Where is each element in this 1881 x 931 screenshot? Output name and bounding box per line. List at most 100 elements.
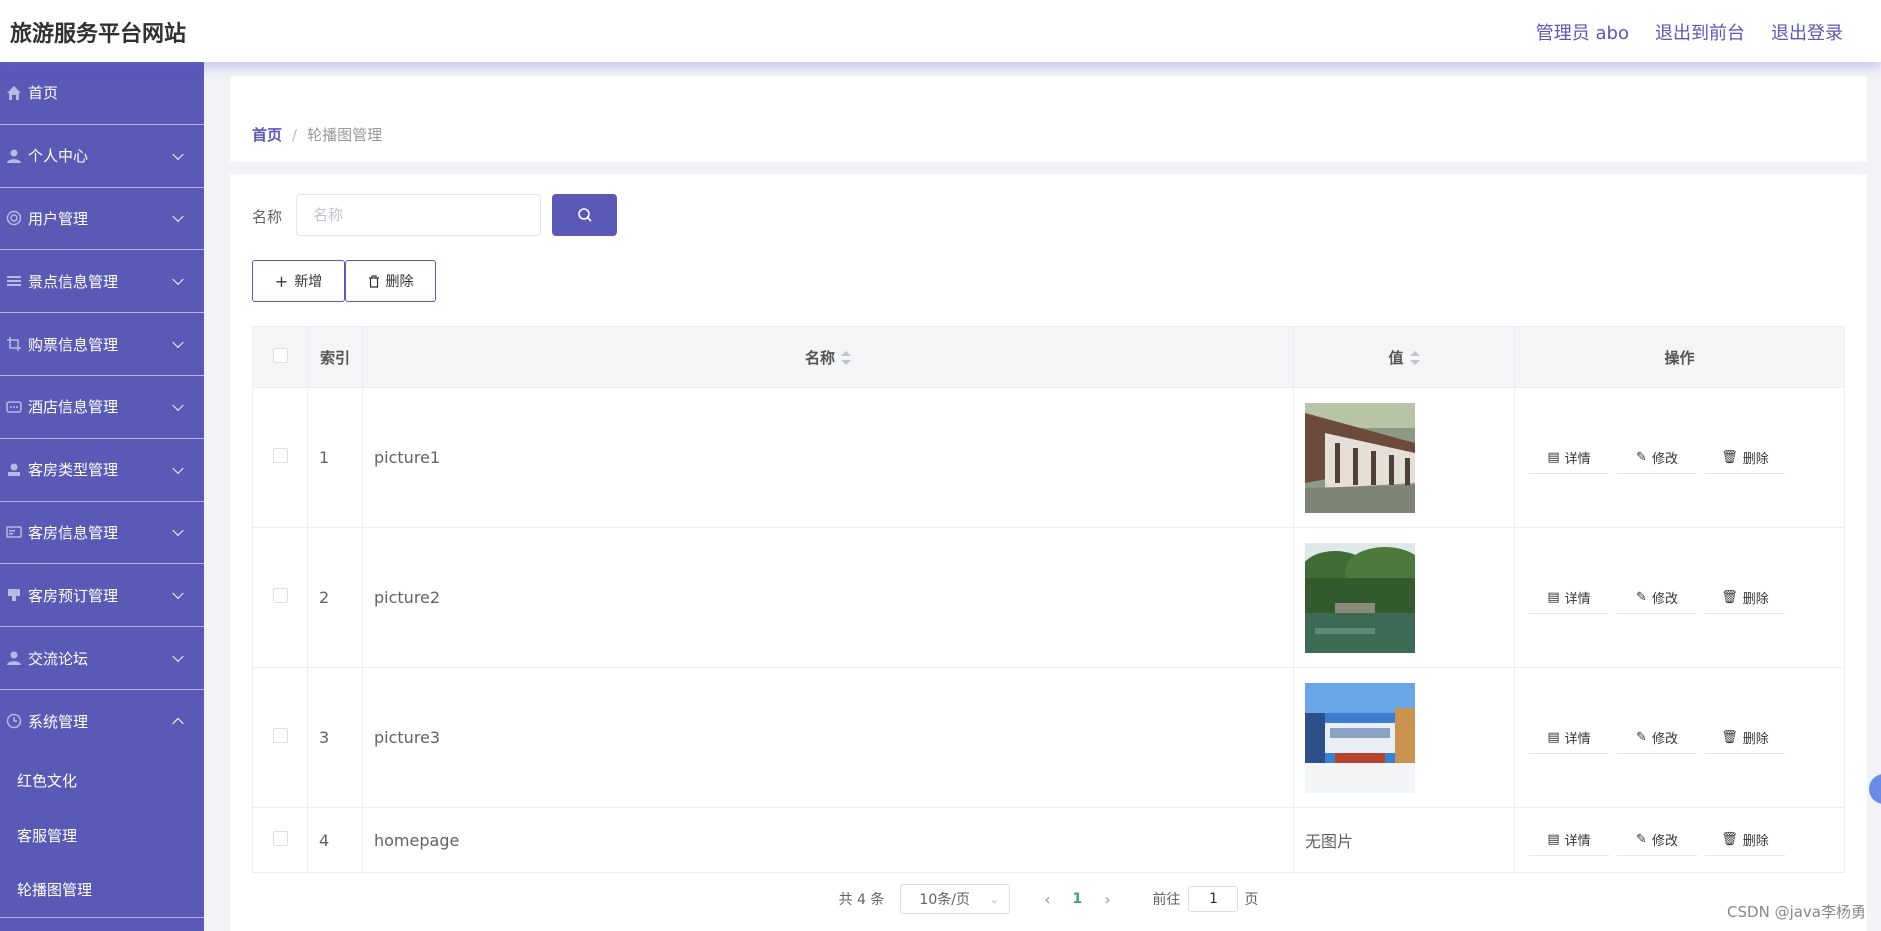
goto-label: 前往	[1152, 892, 1181, 908]
exit-to-front-link[interactable]: 退出到前台	[1655, 19, 1745, 45]
add-label: 新增	[294, 274, 323, 290]
trash-icon: 🗑	[1721, 449, 1738, 465]
select-all-checkbox[interactable]	[272, 347, 288, 363]
sidebar-item-tickets[interactable]: 购票信息管理	[0, 313, 204, 376]
row-checkbox-cell	[252, 387, 308, 528]
delete-label: 删除	[1742, 451, 1769, 467]
delete-label: 删除	[1742, 591, 1769, 607]
page-unit-label: 页	[1244, 892, 1259, 908]
delete-button[interactable]: 🗑 删除	[1705, 722, 1785, 754]
detail-label: 详情	[1564, 451, 1591, 467]
document-icon: ▤	[1547, 729, 1560, 745]
breadcrumb-home[interactable]: 首页	[252, 126, 282, 144]
logout-link[interactable]: 退出登录	[1771, 19, 1843, 45]
header-value[interactable]: 值	[1293, 326, 1515, 388]
top-bar: 旅游服务平台网站 管理员 abo 退出到前台 退出登录	[0, 0, 1881, 62]
edit-button[interactable]: ✎ 修改	[1617, 722, 1697, 754]
sidebar-subitem-red-culture[interactable]: 红色文化	[0, 753, 204, 808]
sidebar-item-home[interactable]: 首页	[0, 62, 204, 125]
sidebar-item-rooms[interactable]: 客房信息管理	[0, 502, 204, 565]
sidebar-subitem-customer-service[interactable]: 客服管理	[0, 808, 204, 863]
edit-button[interactable]: ✎ 修改	[1617, 824, 1697, 856]
delete-label: 删除	[1742, 731, 1769, 747]
sidebar-subitem-carousel[interactable]: 轮播图管理	[0, 863, 204, 918]
row-checkbox-cell	[252, 807, 308, 873]
row-ops-cell: ▤ 详情 ✎ 修改 🗑 删除	[1514, 387, 1845, 528]
edit-label: 修改	[1651, 591, 1678, 607]
sort-icon[interactable]	[1409, 351, 1420, 365]
breadcrumb-current: 轮播图管理	[307, 126, 383, 144]
chevron-down-icon	[172, 399, 184, 411]
row-ops-cell: ▤ 详情 ✎ 修改 🗑 删除	[1514, 527, 1845, 668]
trash-icon: 🗑	[1721, 832, 1738, 847]
page-size-value: 10条/页	[919, 892, 970, 908]
document-icon: ▤	[1547, 449, 1560, 465]
detail-label: 详情	[1564, 591, 1591, 607]
row-checkbox[interactable]	[272, 830, 288, 846]
edit-label: 修改	[1651, 834, 1678, 849]
carousel-image-garden[interactable]	[1305, 542, 1415, 653]
trash-icon: 🗑	[1721, 729, 1738, 745]
chevron-down-icon	[172, 462, 184, 474]
search-label: 名称	[252, 208, 283, 226]
delete-label: 删除	[385, 274, 414, 290]
prev-page-button[interactable]: ‹	[1032, 890, 1062, 909]
detail-button[interactable]: ▤ 详情	[1529, 442, 1609, 474]
chevron-down-icon	[172, 211, 184, 223]
carousel-table: 索引 名称 值 操作 1 picture1 ▤ 详情 ✎ 修改 🗑 删除 2 p…	[252, 326, 1845, 873]
stamp-icon	[4, 585, 24, 605]
row-value-cell	[1293, 387, 1515, 528]
person-icon	[4, 460, 24, 480]
content-card: 名称 + 新增 删除 索引 名称 值 操作	[230, 174, 1867, 931]
sidebar-item-label: 用户管理	[28, 209, 89, 228]
table-row: 3 picture3 ▤ 详情 ✎ 修改 🗑 删除	[252, 667, 1845, 808]
current-page[interactable]: 1	[1062, 891, 1092, 907]
person-icon	[4, 648, 24, 668]
admin-user-link[interactable]: 管理员 abo	[1536, 19, 1629, 45]
row-checkbox[interactable]	[272, 588, 288, 603]
sort-icon[interactable]	[841, 351, 851, 365]
page-size-select[interactable]: 10条/页 ⌄	[900, 884, 1011, 914]
edit-button[interactable]: ✎ 修改	[1617, 442, 1697, 474]
search-input[interactable]	[296, 194, 541, 236]
row-ops: ▤ 详情 ✎ 修改 🗑 删除	[1515, 582, 1844, 614]
chevron-up-icon	[172, 718, 184, 730]
delete-button[interactable]: 🗑 删除	[1705, 442, 1785, 474]
header-ops: 操作	[1514, 326, 1845, 388]
delete-button[interactable]: 🗑 删除	[1705, 824, 1785, 856]
edit-button[interactable]: ✎ 修改	[1617, 582, 1697, 614]
row-checkbox[interactable]	[272, 448, 288, 463]
detail-button[interactable]: ▤ 详情	[1529, 722, 1609, 754]
batch-delete-button[interactable]: 删除	[345, 260, 436, 302]
row-name: homepage	[362, 807, 1294, 873]
sidebar-item-hotels[interactable]: 酒店信息管理	[0, 376, 204, 439]
site-title: 旅游服务平台网站	[10, 22, 187, 47]
sidebar-item-bookings[interactable]: 客房预订管理	[0, 564, 204, 628]
sidebar-item-label: 客房类型管理	[28, 461, 119, 480]
breadcrumb-card: 首页 / 轮播图管理	[230, 76, 1867, 162]
sidebar-item-users[interactable]: 用户管理	[0, 188, 204, 251]
add-button[interactable]: + 新增	[252, 260, 345, 302]
sidebar-item-personal[interactable]: 个人中心	[0, 125, 204, 188]
sidebar-item-label: 客房预订管理	[28, 586, 119, 605]
chat-icon	[4, 397, 24, 417]
sidebar-item-forum[interactable]: 交流论坛	[0, 627, 204, 690]
sidebar-item-scenic[interactable]: 景点信息管理	[0, 250, 204, 314]
search-button[interactable]	[552, 194, 617, 236]
next-page-button[interactable]: ›	[1092, 890, 1122, 909]
delete-button[interactable]: 🗑 删除	[1705, 582, 1785, 614]
sidebar-item-room-types[interactable]: 客房类型管理	[0, 439, 204, 502]
document-icon: ▤	[1547, 589, 1560, 605]
detail-button[interactable]: ▤ 详情	[1529, 824, 1609, 856]
carousel-image-corridor[interactable]	[1305, 402, 1415, 513]
detail-button[interactable]: ▤ 详情	[1529, 582, 1609, 614]
row-value-cell	[1293, 527, 1515, 668]
plus-icon: +	[274, 271, 289, 291]
carousel-image-street[interactable]	[1305, 682, 1415, 793]
row-name: picture2	[362, 527, 1294, 668]
row-checkbox[interactable]	[272, 728, 288, 743]
header-name[interactable]: 名称	[362, 326, 1294, 388]
sidebar-item-system[interactable]: 系统管理	[0, 690, 204, 753]
watermark: CSDN @java李杨勇	[1727, 903, 1866, 921]
goto-page-input[interactable]	[1188, 886, 1239, 912]
